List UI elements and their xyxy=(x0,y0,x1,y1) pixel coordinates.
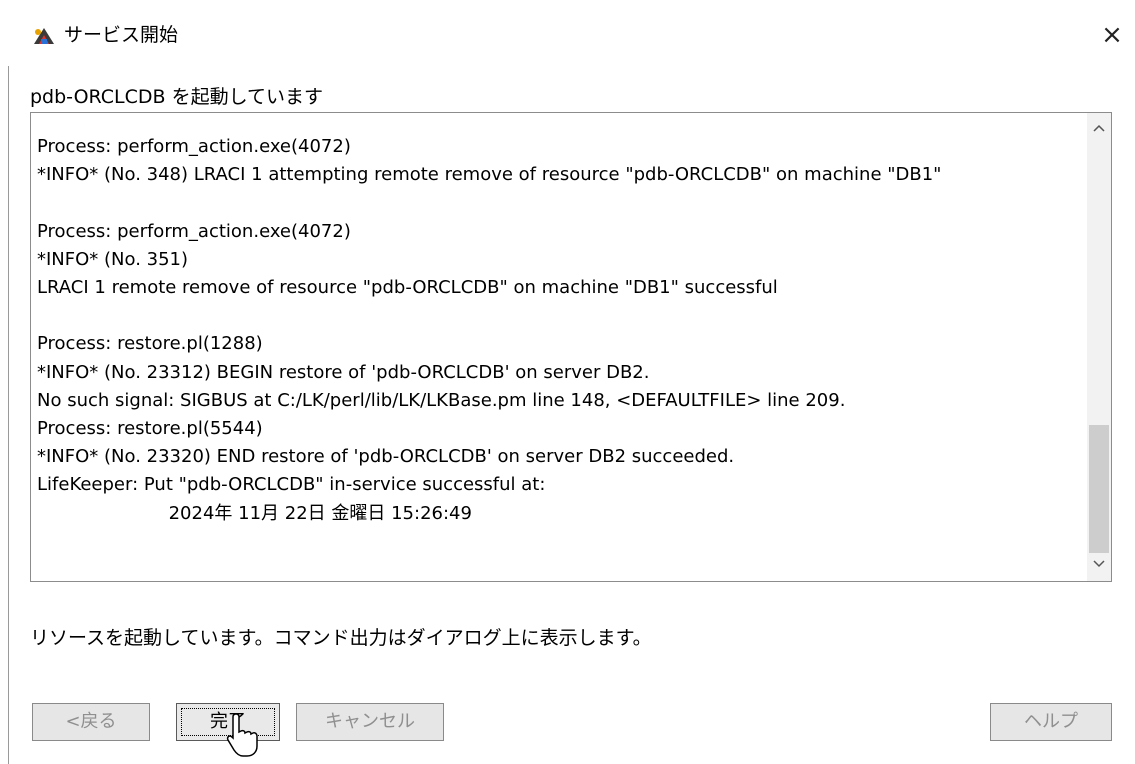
window-edge xyxy=(8,62,9,764)
log-line: Process: perform_action.exe(4072) xyxy=(37,220,351,242)
log-line: Process: restore.pl(5544) xyxy=(37,418,263,440)
command-output-log[interactable]: Process: perform_action.exe(4072) *INFO* … xyxy=(30,112,1112,582)
log-line: No such signal: SIGBUS at C:/LK/perl/lib… xyxy=(37,389,846,411)
scroll-down-icon[interactable] xyxy=(1087,553,1111,577)
log-line: Process: restore.pl(1288) xyxy=(37,333,263,355)
scroll-up-icon[interactable] xyxy=(1087,117,1111,141)
mouse-pointer-icon xyxy=(224,712,260,758)
log-line: LifeKeeper: Put "pdb-ORCLCDB" in-service… xyxy=(37,474,546,496)
status-message: リソースを起動しています。コマンド出力はダイアログ上に表示します。 xyxy=(30,627,652,649)
window-title: サービス開始 xyxy=(64,24,179,46)
progress-heading: pdb-ORCLCDB を起動しています xyxy=(30,86,324,108)
dialog-window: サービス開始 × pdb-ORCLCDB を起動しています Process: p… xyxy=(0,0,1135,764)
back-button[interactable]: <戻る xyxy=(32,703,150,741)
help-button[interactable]: ヘルプ xyxy=(990,703,1112,741)
title-bar[interactable]: サービス開始 × xyxy=(0,0,1135,66)
java-app-icon xyxy=(32,26,56,46)
log-line: *INFO* (No. 351) xyxy=(37,248,189,270)
log-text: Process: perform_action.exe(4072) *INFO* … xyxy=(37,133,1087,528)
log-line: *INFO* (No. 23312) BEGIN restore of 'pdb… xyxy=(37,361,650,383)
log-line: *INFO* (No. 23320) END restore of 'pdb-O… xyxy=(37,446,735,468)
log-line: 2024年 11月 22日 金曜日 15:26:49 xyxy=(37,502,472,524)
vertical-scrollbar[interactable] xyxy=(1087,113,1111,581)
cancel-button[interactable]: キャンセル xyxy=(296,703,444,741)
log-line: Process: perform_action.exe(4072) xyxy=(37,136,351,157)
log-line: LRACI 1 remote remove of resource "pdb-O… xyxy=(37,277,778,299)
log-line: *INFO* (No. 348) LRACI 1 attempting remo… xyxy=(37,164,942,186)
close-icon[interactable]: × xyxy=(1089,12,1135,58)
scrollbar-thumb[interactable] xyxy=(1089,425,1109,553)
